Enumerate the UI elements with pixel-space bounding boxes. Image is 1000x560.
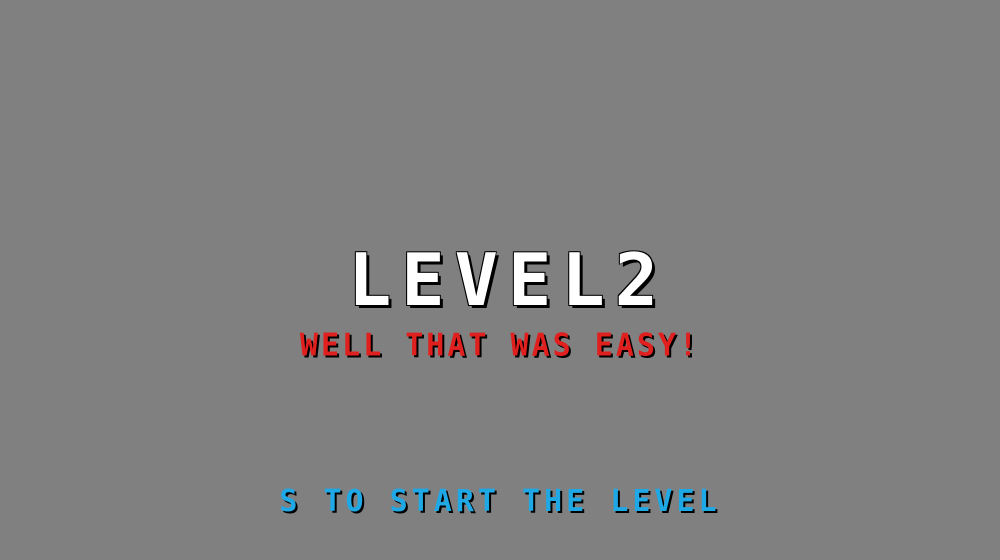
start-prompt: S TO START THE LEVEL bbox=[279, 484, 721, 519]
level-subtitle: WELL THAT WAS EASY! bbox=[299, 327, 701, 364]
level-intro-screen: LEVEL2 WELL THAT WAS EASY! S TO START TH… bbox=[0, 0, 1000, 560]
level-title: LEVEL2 bbox=[347, 238, 669, 322]
